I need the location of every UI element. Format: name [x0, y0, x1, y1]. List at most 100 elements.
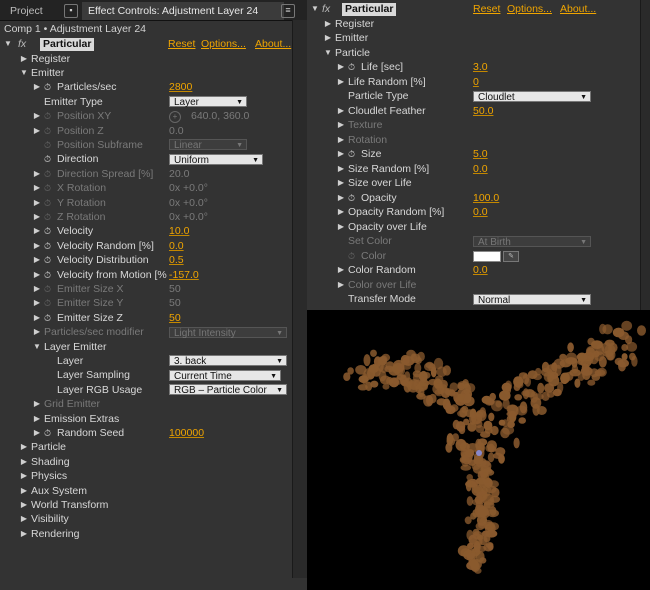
collapsed-triangle-icon[interactable]: ▶ — [337, 263, 345, 277]
collapsed-triangle-icon[interactable]: ▶ — [337, 278, 345, 292]
property-row-emitter-size-x[interactable]: ▶ ⏱ Emitter Size X 50 — [0, 282, 307, 296]
stopwatch-icon[interactable]: ⏱ — [44, 80, 51, 94]
property-row-particle[interactable]: ▼ Particle — [307, 46, 650, 60]
property-row-size[interactable]: ▶ ⏱ Size 5.0 — [307, 147, 650, 161]
property-row-velocity-from-motion[interactable]: ▶ ⏱ Velocity from Motion [% -157.0 — [0, 268, 307, 282]
collapsed-triangle-icon[interactable]: ▶ — [33, 224, 41, 238]
reset-link[interactable]: Reset — [168, 37, 195, 51]
property-row-grid-emitter[interactable]: ▶ Grid Emitter — [0, 397, 307, 411]
property-row-direction-spread[interactable]: ▶ ⏱ Direction Spread [%] 20.0 — [0, 167, 307, 181]
property-row-rotation[interactable]: ▶ Rotation — [307, 133, 650, 147]
dropdown-layer-rgb-usage[interactable]: RGB – Particle Color ▼ — [169, 384, 287, 396]
collapsed-triangle-icon[interactable]: ▶ — [20, 527, 28, 541]
property-row-opacity-random[interactable]: ▶ Opacity Random [%] 0.0 — [307, 205, 650, 219]
color-swatch[interactable] — [473, 251, 501, 262]
stopwatch-icon[interactable]: ⏱ — [44, 210, 51, 224]
property-value[interactable]: 0x +0.0° — [169, 196, 208, 210]
collapsed-triangle-icon[interactable]: ▶ — [20, 498, 28, 512]
collapsed-triangle-icon[interactable]: ▶ — [337, 220, 345, 234]
stopwatch-icon[interactable]: ⏱ — [44, 181, 51, 195]
property-row-particles-sec-modifier[interactable]: ▶ Particles/sec modifier Light Intensity ▼ — [0, 325, 307, 339]
dropdown-set-color[interactable]: At Birth ▼ — [473, 235, 591, 248]
property-row-particles-sec[interactable]: ▶ ⏱ Particles/sec 2800 — [0, 80, 307, 94]
property-value[interactable]: 100.0 — [473, 191, 499, 205]
collapsed-triangle-icon[interactable]: ▶ — [20, 469, 28, 483]
property-row-size-random[interactable]: ▶ Size Random [%] 0.0 — [307, 162, 650, 176]
dropdown-emitter-type[interactable]: Layer ▼ — [169, 96, 247, 108]
stopwatch-icon[interactable]: ⏱ — [44, 253, 51, 267]
stopwatch-icon[interactable]: ⏱ — [348, 60, 355, 74]
collapsed-triangle-icon[interactable]: ▶ — [33, 239, 41, 253]
dropdown-particle-type[interactable]: Cloudlet ▼ — [473, 90, 591, 103]
stopwatch-icon[interactable]: ⏱ — [44, 282, 51, 296]
property-row-emitter[interactable]: ▼ Emitter — [0, 66, 307, 80]
property-row-position-z[interactable]: ▶ ⏱ Position Z 0.0 — [0, 124, 307, 138]
property-value[interactable]: 0x +0.0° — [169, 210, 208, 224]
stopwatch-icon[interactable]: ⏱ — [44, 196, 51, 210]
property-row-register[interactable]: ▶ Register — [0, 52, 307, 66]
stopwatch-icon[interactable]: ⏱ — [44, 311, 51, 325]
property-row-layer-sampling[interactable]: Layer Sampling Current Time ▼ — [0, 368, 307, 382]
collapsed-triangle-icon[interactable]: ▶ — [33, 181, 41, 195]
scrollbar[interactable] — [640, 0, 650, 310]
stopwatch-icon[interactable]: ⏱ — [44, 296, 51, 310]
collapsed-triangle-icon[interactable]: ▶ — [20, 440, 28, 454]
stopwatch-icon[interactable]: ⏱ — [44, 138, 51, 152]
collapsed-triangle-icon[interactable]: ▶ — [33, 311, 41, 325]
collapsed-triangle-icon[interactable]: ▶ — [20, 455, 28, 469]
dropdown-transfer-mode[interactable]: Normal ▼ — [473, 293, 591, 306]
property-row-layer-rgb-usage[interactable]: Layer RGB Usage RGB – Particle Color ▼ — [0, 383, 307, 397]
crosshair-icon[interactable]: + — [169, 111, 181, 124]
eyedropper-icon[interactable]: ✎ — [503, 251, 519, 262]
property-row-visibility[interactable]: ▶ Visibility — [0, 512, 307, 526]
collapsed-triangle-icon[interactable]: ▶ — [33, 124, 41, 138]
collapsed-triangle-icon[interactable]: ▶ — [33, 196, 41, 210]
property-value[interactable]: 50 — [169, 282, 181, 296]
property-row-world-transform[interactable]: ▶ World Transform — [0, 498, 307, 512]
expanded-triangle-icon[interactable]: ▼ — [33, 340, 41, 354]
collapsed-triangle-icon[interactable]: ▶ — [337, 60, 345, 74]
collapsed-triangle-icon[interactable]: ▶ — [337, 104, 345, 118]
property-row-emitter-type[interactable]: Emitter Type Layer ▼ — [0, 95, 307, 109]
property-row-texture[interactable]: ▶ Texture — [307, 118, 650, 132]
expanded-triangle-icon[interactable]: ▼ — [20, 66, 28, 80]
collapsed-triangle-icon[interactable]: ▶ — [337, 162, 345, 176]
property-row-set-color[interactable]: Set Color At Birth ▼ — [307, 234, 650, 248]
collapsed-triangle-icon[interactable]: ▶ — [20, 484, 28, 498]
about-link[interactable]: About... — [255, 37, 291, 51]
property-row-position-xy[interactable]: ▶ ⏱ Position XY +640.0, 360.0 — [0, 109, 307, 124]
collapse-triangle-icon[interactable]: ▼ — [4, 37, 12, 51]
property-value[interactable]: 0.5 — [169, 253, 184, 267]
stopwatch-icon[interactable]: ⏱ — [44, 426, 51, 440]
tab-effect-controls[interactable]: Effect Controls: Adjustment Layer 24 — [82, 2, 284, 20]
property-row-aux-system[interactable]: ▶ Aux System — [0, 484, 307, 498]
property-row-x-rotation[interactable]: ▶ ⏱ X Rotation 0x +0.0° — [0, 181, 307, 195]
property-value[interactable]: 0.0 — [169, 124, 184, 138]
property-row-velocity-random[interactable]: ▶ ⏱ Velocity Random [%] 0.0 — [0, 239, 307, 253]
property-value[interactable]: 10.0 — [169, 224, 189, 238]
options-link[interactable]: Options... — [507, 2, 552, 16]
collapsed-triangle-icon[interactable]: ▶ — [33, 253, 41, 267]
collapsed-triangle-icon[interactable]: ▶ — [337, 118, 345, 132]
collapsed-triangle-icon[interactable]: ▶ — [33, 80, 41, 94]
property-row-life-sec[interactable]: ▶ ⏱ Life [sec] 3.0 — [307, 60, 650, 74]
reset-link[interactable]: Reset — [473, 2, 500, 16]
collapsed-triangle-icon[interactable]: ▶ — [337, 205, 345, 219]
collapsed-triangle-icon[interactable]: ▶ — [337, 147, 345, 161]
property-row-z-rotation[interactable]: ▶ ⏱ Z Rotation 0x +0.0° — [0, 210, 307, 224]
stopwatch-icon[interactable]: ⏱ — [44, 224, 51, 238]
property-row-particle-type[interactable]: Particle Type Cloudlet ▼ — [307, 89, 650, 103]
property-row-emitter-size-z[interactable]: ▶ ⏱ Emitter Size Z 50 — [0, 311, 307, 325]
collapsed-triangle-icon[interactable]: ▶ — [33, 412, 41, 426]
property-value[interactable]: 50.0 — [473, 104, 493, 118]
property-row-color-over-life[interactable]: ▶ Color over Life — [307, 278, 650, 292]
tab-menu-icon[interactable]: ≡ — [281, 4, 295, 18]
stopwatch-icon[interactable]: ⏱ — [44, 124, 51, 138]
dropdown-direction[interactable]: Uniform ▼ — [169, 153, 263, 166]
collapsed-triangle-icon[interactable]: ▶ — [20, 512, 28, 526]
property-value[interactable]: 0x +0.0° — [169, 181, 208, 195]
property-row-emitter[interactable]: ▶ Emitter — [307, 31, 650, 45]
property-row-layer[interactable]: Layer 3. back ▼ — [0, 354, 307, 368]
stopwatch-icon[interactable]: ⏱ — [44, 268, 51, 282]
property-row-y-rotation[interactable]: ▶ ⏱ Y Rotation 0x +0.0° — [0, 196, 307, 210]
